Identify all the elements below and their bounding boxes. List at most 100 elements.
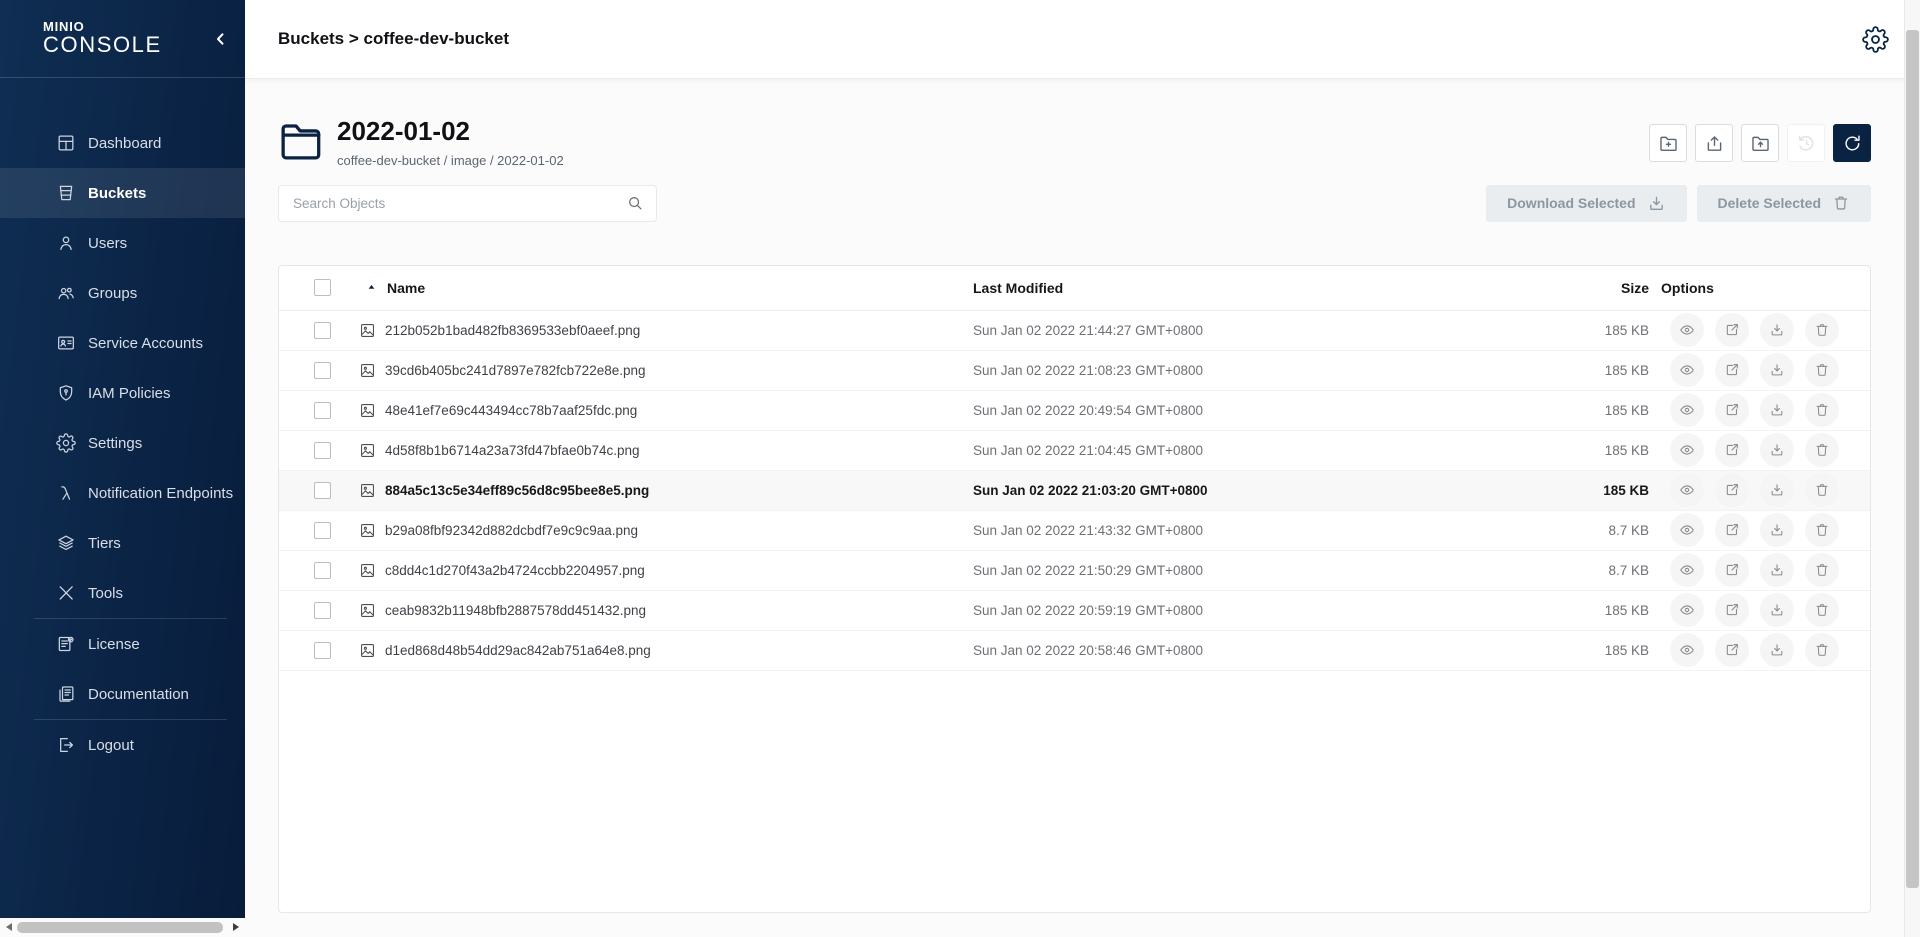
eye-icon[interactable] xyxy=(1670,393,1704,427)
row-checkbox[interactable] xyxy=(314,322,331,339)
refresh-button[interactable] xyxy=(1833,124,1871,162)
row-checkbox[interactable] xyxy=(314,482,331,499)
object-last-modified: Sun Jan 02 2022 20:49:54 GMT+0800 xyxy=(973,403,1563,418)
sidebar-item-service-accounts[interactable]: Service Accounts xyxy=(0,318,245,368)
row-options xyxy=(1649,433,1870,467)
horizontal-scrollbar[interactable] xyxy=(0,918,245,937)
logout-icon xyxy=(55,734,77,756)
settings-gear-button[interactable] xyxy=(1862,26,1889,53)
table-row[interactable]: c8dd4c1d270f43a2b4724ccbb2204957.pngSun … xyxy=(279,551,1870,591)
shield-icon xyxy=(55,382,77,404)
table-row[interactable]: 4d58f8b1b6714a23a73fd47bfae0b74c.pngSun … xyxy=(279,431,1870,471)
eye-icon[interactable] xyxy=(1670,513,1704,547)
object-size: 185 KB xyxy=(1563,363,1649,378)
trash-icon[interactable] xyxy=(1805,593,1839,627)
share-icon[interactable] xyxy=(1715,633,1749,667)
table-row[interactable]: 48e41ef7e69c443494cc78b7aaf25fdc.pngSun … xyxy=(279,391,1870,431)
table-header-row: Name Last Modified Size Options xyxy=(279,266,1870,311)
delete-selected-button[interactable]: Delete Selected xyxy=(1697,185,1872,222)
column-header-name[interactable]: Name xyxy=(359,280,973,296)
rewind-button xyxy=(1787,124,1825,162)
trash-icon[interactable] xyxy=(1805,553,1839,587)
id-card-icon xyxy=(55,332,77,354)
scroll-right-arrow-icon[interactable] xyxy=(233,923,239,931)
sidebar-item-tiers[interactable]: Tiers xyxy=(0,518,245,568)
upload-folder-button[interactable] xyxy=(1741,124,1779,162)
table-row[interactable]: ceab9832b11948bfb2887578dd451432.pngSun … xyxy=(279,591,1870,631)
eye-icon[interactable] xyxy=(1670,353,1704,387)
new-path-button[interactable] xyxy=(1649,124,1687,162)
trash-icon[interactable] xyxy=(1805,433,1839,467)
download-icon[interactable] xyxy=(1760,353,1794,387)
row-checkbox[interactable] xyxy=(314,642,331,659)
share-icon[interactable] xyxy=(1715,433,1749,467)
row-checkbox[interactable] xyxy=(314,562,331,579)
download-icon[interactable] xyxy=(1760,593,1794,627)
scroll-left-arrow-icon[interactable] xyxy=(6,923,12,931)
download-icon[interactable] xyxy=(1760,313,1794,347)
eye-icon[interactable] xyxy=(1670,473,1704,507)
sidebar-item-iam-policies[interactable]: IAM Policies xyxy=(0,368,245,418)
eye-icon[interactable] xyxy=(1670,433,1704,467)
trash-icon[interactable] xyxy=(1805,393,1839,427)
eye-icon[interactable] xyxy=(1670,633,1704,667)
row-checkbox[interactable] xyxy=(314,362,331,379)
trash-icon[interactable] xyxy=(1805,633,1839,667)
header-action-buttons xyxy=(1649,124,1871,162)
row-checkbox[interactable] xyxy=(314,602,331,619)
trash-icon[interactable] xyxy=(1805,513,1839,547)
horizontal-scrollbar-thumb[interactable] xyxy=(17,922,223,933)
tools-icon xyxy=(55,582,77,604)
search-input[interactable] xyxy=(293,196,626,211)
trash-icon[interactable] xyxy=(1805,473,1839,507)
share-icon[interactable] xyxy=(1715,393,1749,427)
download-icon[interactable] xyxy=(1760,473,1794,507)
upload-file-button[interactable] xyxy=(1695,124,1733,162)
download-selected-button[interactable]: Download Selected xyxy=(1486,185,1686,222)
trash-icon[interactable] xyxy=(1805,353,1839,387)
table-row[interactable]: b29a08fbf92342d882dcbdf7e9c9c9aa.pngSun … xyxy=(279,511,1870,551)
vertical-scrollbar[interactable] xyxy=(1904,0,1920,937)
sidebar-item-license[interactable]: License xyxy=(0,619,245,669)
sidebar-item-buckets[interactable]: Buckets xyxy=(0,168,245,218)
sidebar-item-settings[interactable]: Settings xyxy=(0,418,245,468)
object-name: 4d58f8b1b6714a23a73fd47bfae0b74c.png xyxy=(385,443,640,458)
row-checkbox[interactable] xyxy=(314,522,331,539)
share-icon[interactable] xyxy=(1715,353,1749,387)
sidebar-item-groups[interactable]: Groups xyxy=(0,268,245,318)
table-row[interactable]: 884a5c13c5e34eff89c56d8c95bee8e5.pngSun … xyxy=(279,471,1870,511)
row-checkbox[interactable] xyxy=(314,442,331,459)
download-icon[interactable] xyxy=(1760,553,1794,587)
sidebar-collapse-button[interactable] xyxy=(209,27,233,51)
share-icon[interactable] xyxy=(1715,593,1749,627)
share-icon[interactable] xyxy=(1715,553,1749,587)
share-icon[interactable] xyxy=(1715,313,1749,347)
row-checkbox[interactable] xyxy=(314,402,331,419)
eye-icon[interactable] xyxy=(1670,313,1704,347)
sidebar-item-logout[interactable]: Logout xyxy=(0,720,245,770)
table-row[interactable]: d1ed868d48b54dd29ac842ab751a64e8.pngSun … xyxy=(279,631,1870,671)
folder-icon xyxy=(278,119,322,163)
app-logo: MINIO CONSOLE xyxy=(0,0,245,78)
eye-icon[interactable] xyxy=(1670,593,1704,627)
sidebar-item-tools[interactable]: Tools xyxy=(0,568,245,618)
select-all-checkbox[interactable] xyxy=(314,279,331,296)
share-icon[interactable] xyxy=(1715,473,1749,507)
sidebar-item-dashboard[interactable]: Dashboard xyxy=(0,118,245,168)
sidebar-item-users[interactable]: Users xyxy=(0,218,245,268)
row-options xyxy=(1649,313,1870,347)
sidebar-item-documentation[interactable]: Documentation xyxy=(0,669,245,719)
vertical-scrollbar-thumb[interactable] xyxy=(1906,30,1919,888)
sidebar-item-label: Dashboard xyxy=(88,135,161,152)
trash-icon[interactable] xyxy=(1805,313,1839,347)
share-icon[interactable] xyxy=(1715,513,1749,547)
sidebar-item-notification-endpoints[interactable]: Notification Endpoints xyxy=(0,468,245,518)
download-icon[interactable] xyxy=(1760,513,1794,547)
download-icon[interactable] xyxy=(1760,393,1794,427)
object-name: 884a5c13c5e34eff89c56d8c95bee8e5.png xyxy=(385,483,649,498)
download-icon[interactable] xyxy=(1760,633,1794,667)
download-icon[interactable] xyxy=(1760,433,1794,467)
eye-icon[interactable] xyxy=(1670,553,1704,587)
table-row[interactable]: 212b052b1bad482fb8369533ebf0aeef.pngSun … xyxy=(279,311,1870,351)
table-row[interactable]: 39cd6b405bc241d7897e782fcb722e8e.pngSun … xyxy=(279,351,1870,391)
